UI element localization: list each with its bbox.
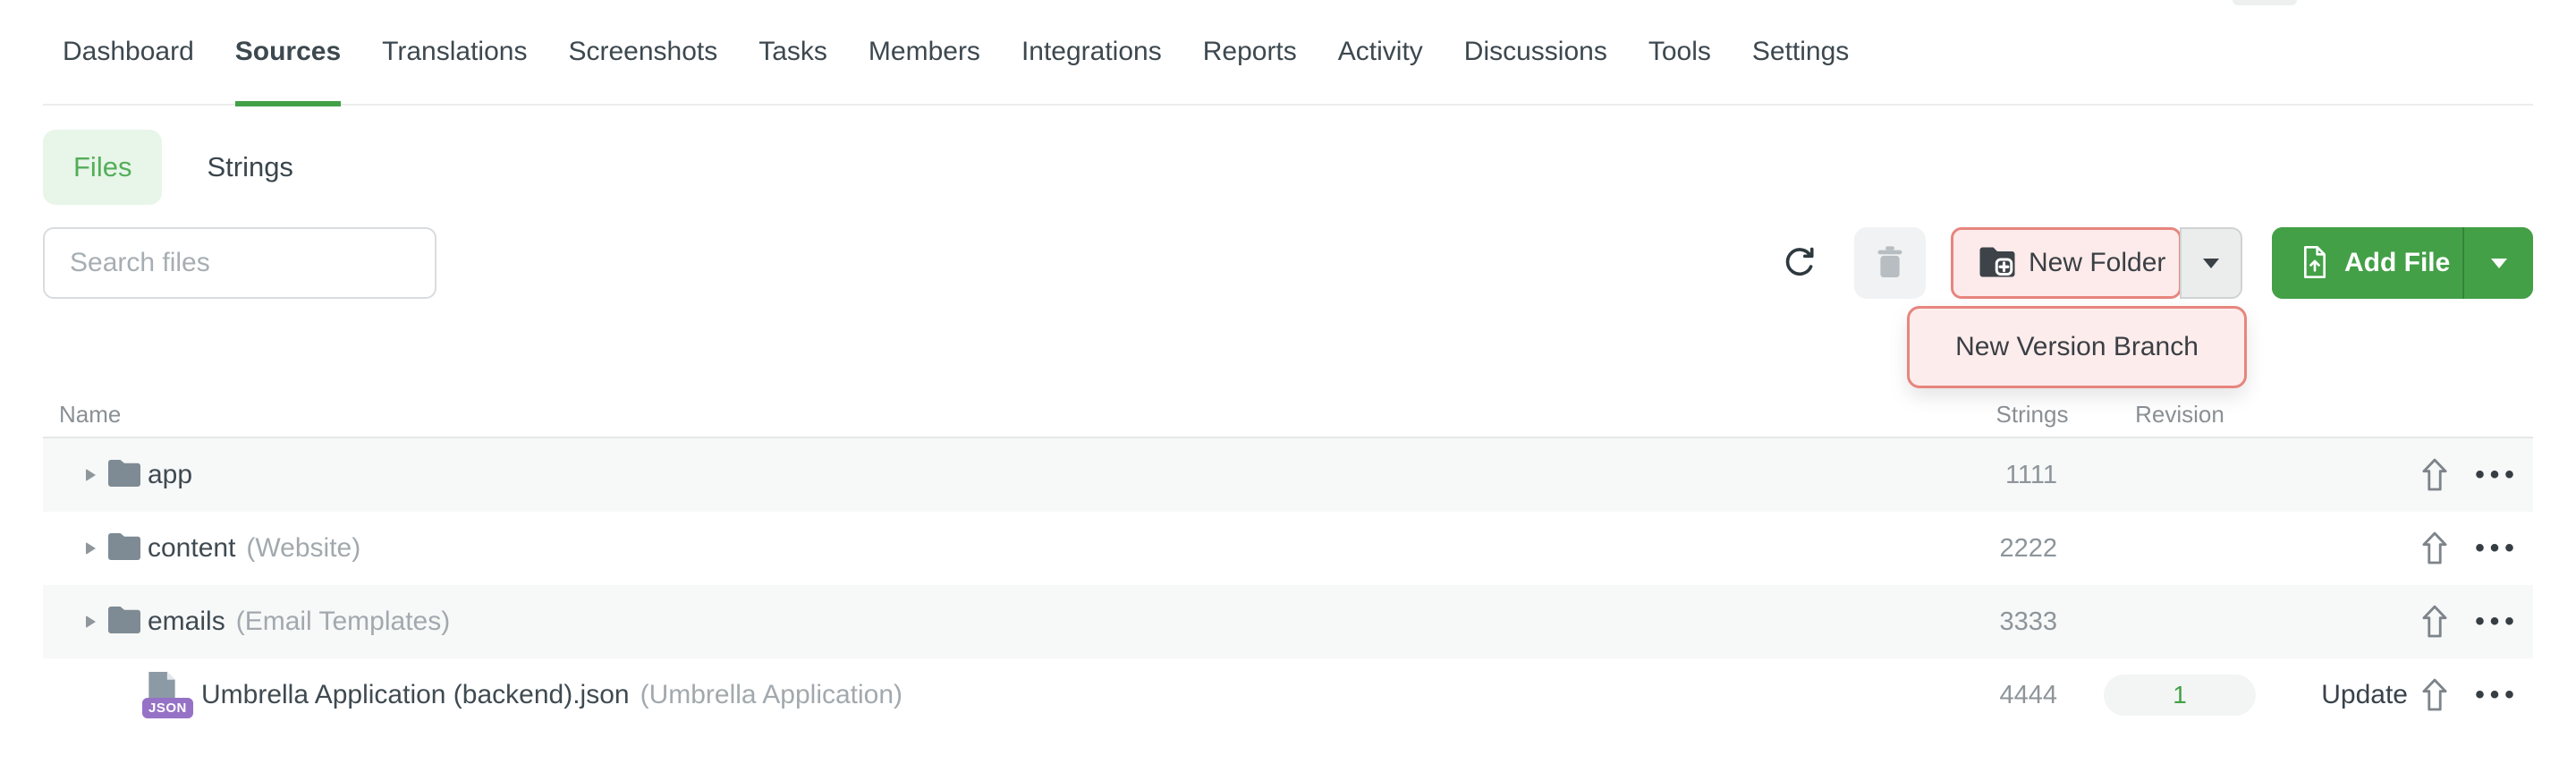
trash-icon (1875, 245, 1905, 282)
table-row-emails[interactable]: emails (Email Templates) 3333 ••• (43, 585, 2533, 658)
update-link[interactable]: Update (2256, 680, 2408, 710)
folder-plus-icon (1979, 246, 2016, 281)
add-file-label: Add File (2344, 248, 2450, 278)
revision-cell: 1 (2104, 675, 2256, 716)
cutoff-element (2233, 0, 2297, 5)
nav-item-integrations[interactable]: Integrations (1021, 0, 1162, 105)
sources-files-page: Dashboard Sources Translations Screensho… (0, 0, 2576, 764)
new-folder-split-button: New Folder (1951, 227, 2242, 299)
file-title: (Umbrella Application) (640, 680, 902, 710)
strings-count: 2222 (1961, 534, 2104, 564)
tab-files[interactable]: Files (43, 130, 162, 205)
upload-icon[interactable] (2420, 677, 2449, 713)
file-upload-icon (2301, 245, 2329, 282)
column-header-revision: Revision (2104, 401, 2256, 429)
file-name[interactable]: Umbrella Application (backend).json (201, 680, 630, 710)
strings-count: 4444 (1961, 681, 2104, 710)
strings-count: 3333 (1961, 607, 2104, 637)
folder-icon (108, 460, 140, 491)
search-input[interactable] (43, 227, 436, 299)
column-header-name: Name (43, 401, 1961, 429)
name-cell: JSON Umbrella Application (backend).json… (43, 672, 1961, 718)
strings-count: 1111 (1961, 461, 2104, 490)
tab-strings[interactable]: Strings (207, 151, 292, 183)
folder-name[interactable]: emails (148, 607, 225, 637)
nav-item-dashboard[interactable]: Dashboard (63, 0, 194, 105)
more-actions-icon[interactable]: ••• (2475, 682, 2520, 709)
expand-chevron-icon[interactable] (86, 542, 108, 555)
table-header: Name Strings Revision (43, 392, 2533, 438)
new-folder-button[interactable]: New Folder (1951, 227, 2182, 299)
more-actions-icon[interactable]: ••• (2475, 608, 2520, 635)
upload-icon[interactable] (2420, 457, 2449, 493)
folder-title: (Email Templates) (236, 607, 451, 637)
nav-item-screenshots[interactable]: Screenshots (568, 0, 717, 105)
expand-chevron-icon[interactable] (86, 469, 108, 481)
table-row-content[interactable]: content (Website) 2222 ••• (43, 512, 2533, 585)
delete-button[interactable] (1854, 227, 1926, 299)
column-header-strings: Strings (1961, 401, 2104, 429)
folder-icon (108, 607, 140, 638)
menu-item-new-version-branch[interactable]: New Version Branch (1907, 306, 2247, 388)
folder-icon (108, 533, 140, 565)
nav-item-sources[interactable]: Sources (235, 0, 341, 105)
add-file-button[interactable]: Add File (2272, 227, 2464, 299)
nav-item-translations[interactable]: Translations (382, 0, 527, 105)
expand-chevron-icon[interactable] (86, 615, 108, 628)
caret-down-icon (2491, 259, 2507, 268)
name-cell: emails (Email Templates) (43, 607, 1961, 638)
add-file-split-button: Add File (2272, 227, 2533, 299)
nav-item-activity[interactable]: Activity (1338, 0, 1423, 105)
folder-title: (Website) (246, 533, 360, 564)
json-file-icon: JSON (146, 672, 185, 718)
name-cell: content (Website) (43, 533, 1961, 565)
new-folder-dropdown-button[interactable] (2180, 227, 2242, 299)
caret-down-icon (2203, 259, 2219, 268)
upload-icon[interactable] (2420, 604, 2449, 640)
nav-item-discussions[interactable]: Discussions (1464, 0, 1607, 105)
files-toolbar: New Folder Add File (43, 227, 2533, 299)
more-actions-icon[interactable]: ••• (2475, 535, 2520, 562)
refresh-icon (1782, 245, 1816, 282)
toolbar-actions: New Folder Add File (1779, 227, 2533, 299)
nav-item-tools[interactable]: Tools (1648, 0, 1711, 105)
add-file-dropdown-button[interactable] (2464, 227, 2533, 299)
new-folder-label: New Folder (2029, 248, 2165, 278)
table-row-app[interactable]: app 1111 ••• (43, 438, 2533, 512)
table-row-umbrella-json[interactable]: JSON Umbrella Application (backend).json… (43, 658, 2533, 732)
refresh-button[interactable] (1779, 238, 1818, 288)
files-table: Name Strings Revision app 1111 •• (43, 392, 2533, 732)
revision-badge[interactable]: 1 (2104, 675, 2256, 716)
nav-item-reports[interactable]: Reports (1203, 0, 1297, 105)
nav-item-tasks[interactable]: Tasks (758, 0, 827, 105)
nav-item-settings[interactable]: Settings (1752, 0, 1849, 105)
folder-name[interactable]: app (148, 460, 192, 490)
name-cell: app (43, 460, 1961, 491)
nav-item-members[interactable]: Members (869, 0, 980, 105)
upload-icon[interactable] (2420, 531, 2449, 566)
project-nav: Dashboard Sources Translations Screensho… (43, 0, 2533, 106)
more-actions-icon[interactable]: ••• (2475, 462, 2520, 488)
view-tabs: Files Strings (43, 130, 2533, 205)
json-badge: JSON (142, 698, 193, 718)
folder-name[interactable]: content (148, 533, 235, 564)
